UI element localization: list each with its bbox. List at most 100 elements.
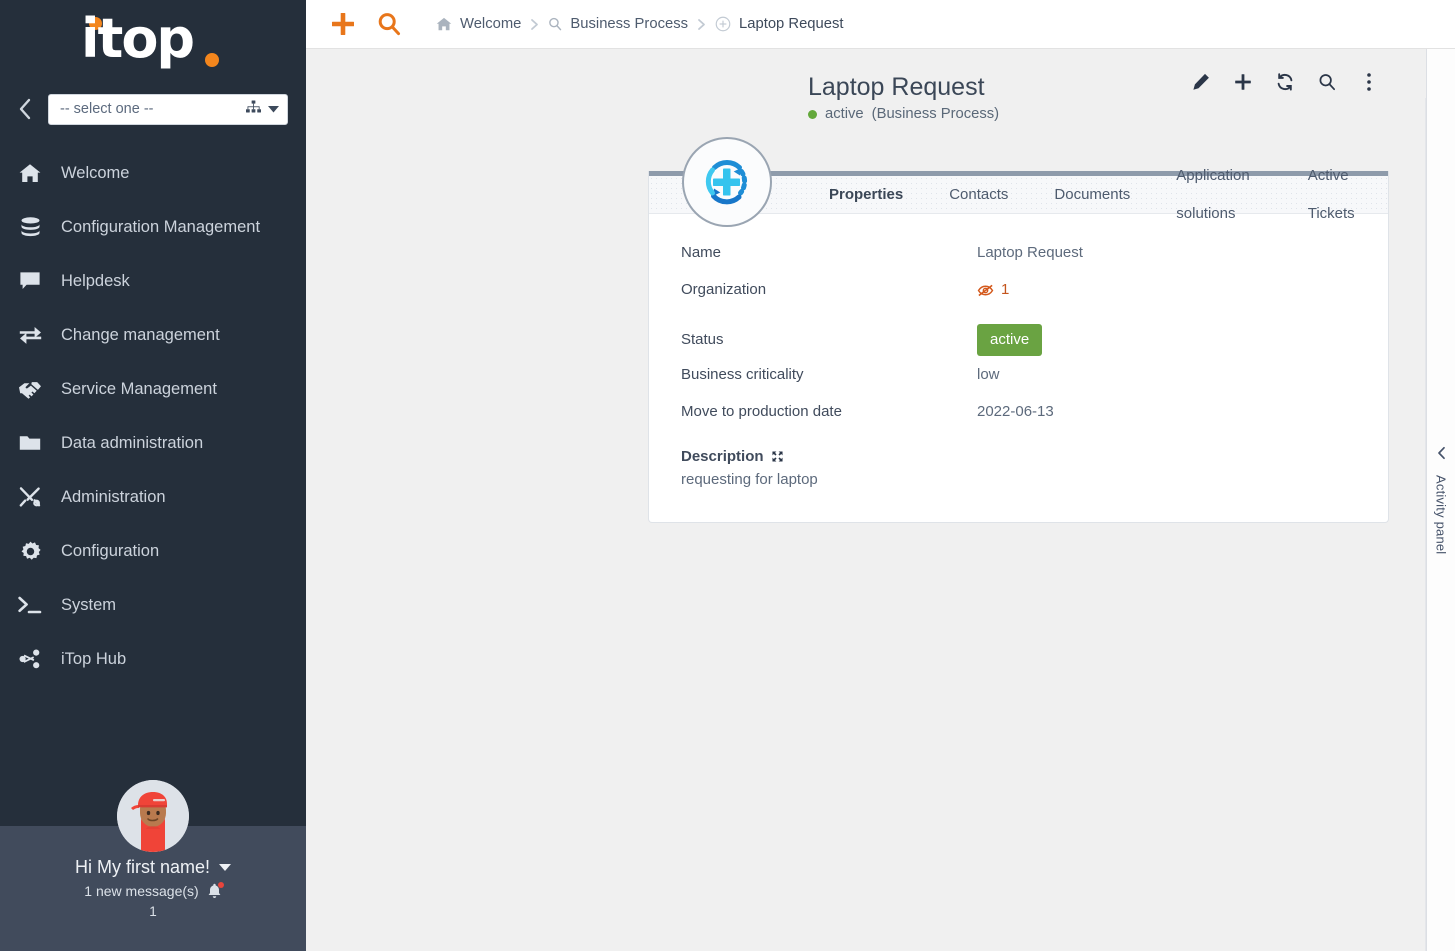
status-dot-icon (808, 110, 817, 119)
logo-dot-right-icon (205, 53, 219, 67)
sidebar-collapse-icon[interactable] (12, 93, 38, 125)
property-row-move-to-production-date: Move to production date 2022-06-13 (649, 401, 1388, 438)
refresh-button[interactable] (1274, 71, 1296, 93)
description-header: Description (681, 448, 1388, 465)
exchange-arrows-icon (16, 322, 44, 348)
activity-panel-label: Activity panel (1434, 475, 1449, 554)
property-row-description: Description requesting for laptop (649, 438, 1388, 488)
sidebar-item-welcome[interactable]: Welcome (0, 146, 306, 200)
breadcrumb-item-laptop-request[interactable]: Laptop Request (715, 16, 843, 32)
user-messages-label: 1 new message(s) (84, 883, 198, 899)
terminal-icon (16, 592, 44, 618)
edit-button[interactable] (1190, 71, 1212, 93)
sidebar-item-system[interactable]: System (0, 578, 306, 632)
sidebar-item-itop-hub[interactable]: iTop Hub (0, 632, 306, 686)
sidebar: itop -- select one -- (0, 0, 306, 951)
object-card: Properties Contacts Documents Applicatio… (648, 171, 1389, 523)
object-actions (1190, 71, 1380, 93)
search-icon (548, 17, 562, 31)
property-label: Status (681, 329, 977, 351)
main-area: Welcome Business Process (306, 0, 1455, 951)
bell-badge (218, 882, 224, 888)
user-greeting[interactable]: Hi My first name! (75, 857, 231, 878)
sidebar-item-configuration-management[interactable]: Configuration Management (0, 200, 306, 254)
database-icon (16, 214, 44, 240)
org-select-value: -- select one -- (60, 101, 246, 117)
logo-wrap: itop (73, 12, 233, 74)
breadcrumb-separator-icon (530, 18, 539, 31)
breadcrumb-separator-icon (697, 18, 706, 31)
sidebar-item-label: Configuration Management (61, 218, 260, 237)
tab-active-tickets[interactable]: Active Tickets (1285, 157, 1388, 233)
sidebar-item-data-administration[interactable]: Data administration (0, 416, 306, 470)
property-row-business-criticality: Business criticality low (649, 364, 1388, 401)
sidebar-item-helpdesk[interactable]: Helpdesk (0, 254, 306, 308)
property-row-organization: Organization 1 (649, 279, 1388, 316)
breadcrumb: Welcome Business Process (436, 16, 844, 32)
comment-icon (16, 268, 44, 294)
home-icon (436, 17, 452, 31)
brand-logo[interactable]: itop (0, 0, 306, 86)
share-nodes-icon (16, 646, 44, 672)
activity-panel-toggle[interactable]: Activity panel (1426, 49, 1455, 951)
property-row-name: Name Laptop Request (649, 242, 1388, 279)
breadcrumb-label: Business Process (570, 16, 688, 32)
avatar[interactable] (117, 780, 189, 852)
sidebar-item-administration[interactable]: Administration (0, 470, 306, 524)
tab-properties[interactable]: Properties (806, 176, 926, 214)
sidebar-item-label: Service Management (61, 380, 217, 399)
property-value-wrap: 1 (977, 279, 1009, 301)
chevron-down-icon[interactable] (268, 100, 279, 118)
property-label: Business criticality (681, 364, 977, 386)
sidebar-item-change-management[interactable]: Change management (0, 308, 306, 362)
user-greeting-label: Hi My first name! (75, 857, 210, 878)
sidebar-item-label: Change management (61, 326, 220, 345)
tab-application-solutions[interactable]: Application solutions (1153, 157, 1284, 233)
chevron-left-icon[interactable] (1436, 446, 1447, 465)
breadcrumb-item-welcome[interactable]: Welcome (436, 16, 521, 32)
org-select-row: -- select one -- (0, 88, 306, 130)
property-value: 2022-06-13 (977, 401, 1054, 423)
bell-icon[interactable] (207, 883, 222, 899)
object-type-label: (Business Process) (872, 106, 999, 122)
home-icon (16, 160, 44, 186)
sidebar-item-configuration[interactable]: Configuration (0, 524, 306, 578)
breadcrumb-label: Laptop Request (739, 16, 843, 32)
tab-contacts[interactable]: Contacts (926, 176, 1031, 214)
object-subtitle: active (Business Process) (808, 106, 1455, 122)
sidebar-item-label: Data administration (61, 434, 203, 453)
property-value-wrap: active (977, 324, 1042, 356)
caret-down-icon[interactable] (219, 864, 231, 871)
property-row-status: Status active (649, 316, 1388, 364)
property-label: Organization (681, 279, 977, 301)
tab-documents[interactable]: Documents (1031, 176, 1153, 214)
business-process-circle-icon (682, 137, 772, 227)
user-messages[interactable]: 1 new message(s) (84, 883, 221, 899)
more-actions-button[interactable] (1358, 71, 1380, 93)
sidebar-menu: Welcome Configuration Management Helpdes… (0, 146, 306, 686)
org-select[interactable]: -- select one -- (48, 94, 288, 125)
tools-icon (16, 484, 44, 510)
object-header: Laptop Request active (Business Process) (306, 49, 1455, 122)
global-search-button[interactable] (366, 1, 412, 47)
sidebar-item-label: Administration (61, 488, 166, 507)
new-object-button[interactable] (320, 1, 366, 47)
description-text: requesting for laptop (681, 471, 1388, 488)
content-area: Laptop Request active (Business Process) (306, 49, 1455, 951)
properties-list: Name Laptop Request Organization 1 (649, 214, 1388, 522)
org-select-icons (246, 100, 279, 119)
sidebar-item-label: Helpdesk (61, 272, 130, 291)
top-bar: Welcome Business Process (306, 0, 1455, 49)
business-process-icon (715, 16, 731, 32)
organization-count[interactable]: 1 (1001, 279, 1009, 301)
breadcrumb-item-business-process[interactable]: Business Process (548, 16, 688, 32)
handshake-icon (16, 376, 44, 402)
search-button[interactable] (1316, 71, 1338, 93)
object-status-label: active (825, 106, 864, 122)
property-value: low (977, 364, 1000, 386)
sidebar-item-service-management[interactable]: Service Management (0, 362, 306, 416)
logo-text: itop (81, 8, 193, 70)
expand-icon[interactable] (772, 451, 783, 462)
new-button[interactable] (1232, 71, 1254, 93)
user-count: 1 (149, 904, 157, 919)
